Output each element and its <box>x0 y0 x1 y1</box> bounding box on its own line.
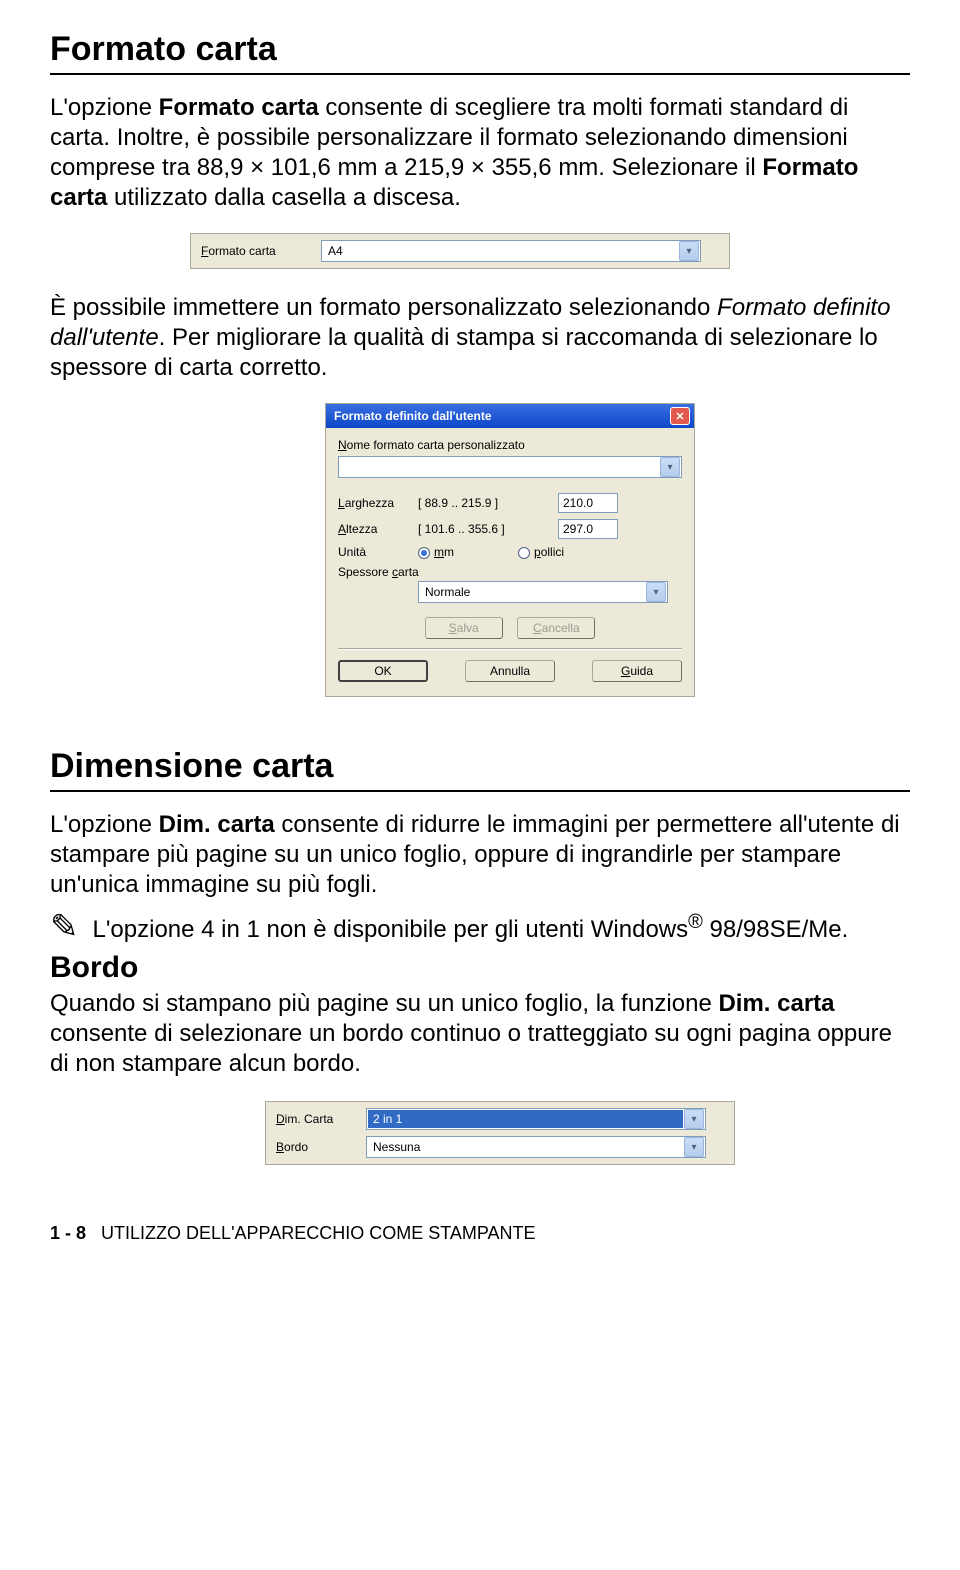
field-nome: Nome formato carta personalizzato <box>338 438 682 452</box>
label-unita: Unità <box>338 545 408 559</box>
select-value: A4 <box>322 244 678 258</box>
note-icon: ✎ <box>50 910 79 944</box>
chevron-down-icon: ▾ <box>646 582 666 602</box>
label-larghezza: Larghezza <box>338 496 408 510</box>
radio-icon <box>518 547 530 559</box>
chevron-down-icon: ▾ <box>684 1137 704 1157</box>
para-text: utilizzato dalla casella a discesa. <box>107 184 461 211</box>
larghezza-input[interactable] <box>558 493 618 513</box>
label-altezza: Altezza <box>338 522 408 536</box>
para-bordo: Quando si stampano più pagine su un unic… <box>50 989 910 1079</box>
radio-icon <box>418 547 430 559</box>
dialog-title: Formato definito dall'utente <box>334 409 492 423</box>
bordo-select[interactable]: Nessuna ▾ <box>366 1136 706 1158</box>
chevron-down-icon: ▾ <box>684 1109 704 1129</box>
range-altezza: [ 101.6 .. 355.6 ] <box>418 522 548 536</box>
select-value: Normale <box>419 585 645 599</box>
cancella-button[interactable]: Cancella <box>517 617 595 639</box>
para-text: . Per migliorare la qualità di stampa si… <box>50 324 878 381</box>
label-dim-carta: Dim. Carta <box>276 1112 356 1126</box>
figure-dim-bordo: Dim. Carta 2 in 1 ▾ Bordo Nessuna ▾ <box>265 1101 735 1165</box>
para-dimensione: L'opzione Dim. carta consente di ridurre… <box>50 810 910 900</box>
page-footer: 1 - 8 UTILIZZO DELL'APPARECCHIO COME STA… <box>50 1223 910 1244</box>
para-formato-2: È possibile immettere un formato persona… <box>50 293 910 383</box>
radio-mm[interactable]: mm <box>418 545 508 559</box>
para-text: È possibile immettere un formato persona… <box>50 294 717 321</box>
heading-dimensione-carta: Dimensione carta <box>50 747 910 792</box>
radio-pollici[interactable]: pollici <box>518 545 564 559</box>
select-value: Nessuna <box>367 1140 683 1154</box>
ok-button[interactable]: OK <box>338 660 428 682</box>
label-spessore: Spessore carta <box>338 562 682 581</box>
heading-bordo: Bordo <box>50 951 910 985</box>
altezza-input[interactable] <box>558 519 618 539</box>
chevron-down-icon: ▾ <box>660 457 680 477</box>
para-text: L'opzione <box>50 94 159 121</box>
para-text: L'opzione <box>50 811 159 838</box>
salva-button[interactable]: Salva <box>425 617 503 639</box>
range-larghezza: [ 88.9 .. 215.9 ] <box>418 496 548 510</box>
formato-carta-select[interactable]: A4 ▾ <box>321 240 701 262</box>
annulla-button[interactable]: Annulla <box>465 660 555 682</box>
label-bordo: Bordo <box>276 1140 356 1154</box>
note-block: ✎ L'opzione 4 in 1 non è disponibile per… <box>50 910 910 945</box>
bold-term: Dim. carta <box>159 811 275 838</box>
dim-carta-select[interactable]: 2 in 1 ▾ <box>366 1108 706 1130</box>
chapter-title: UTILIZZO DELL'APPARECCHIO COME STAMPANTE <box>101 1223 536 1243</box>
dropdown-label: Formato carta <box>201 244 311 258</box>
select-value: 2 in 1 <box>368 1110 683 1128</box>
heading-formato-carta: Formato carta <box>50 30 910 75</box>
chevron-down-icon: ▾ <box>679 241 699 261</box>
page-number: 1 - 8 <box>50 1223 86 1243</box>
close-icon[interactable]: ✕ <box>670 407 690 425</box>
dialog-titlebar: Formato definito dall'utente ✕ <box>326 404 694 428</box>
figure-user-defined-dialog: Formato definito dall'utente ✕ Nome form… <box>325 403 695 697</box>
nome-select[interactable]: ▾ <box>338 456 682 478</box>
spessore-select[interactable]: Normale ▾ <box>418 581 668 603</box>
figure-formato-carta-dropdown: Formato carta A4 ▾ <box>190 233 730 269</box>
guida-button[interactable]: Guida <box>592 660 682 682</box>
note-text: L'opzione 4 in 1 non è disponibile per g… <box>93 910 849 945</box>
para-formato-1: L'opzione Formato carta consente di sceg… <box>50 93 910 213</box>
bold-term: Formato carta <box>159 94 319 121</box>
